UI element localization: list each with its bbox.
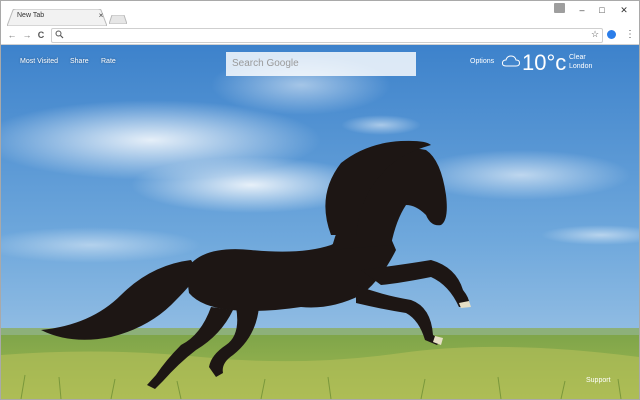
- cloud-icon: [502, 55, 520, 67]
- browser-window: New Tab × – □ ✕ ← → C ☆ ⋮ Most Visited S…: [0, 0, 640, 400]
- search-input[interactable]: [226, 52, 412, 74]
- most-visited-link[interactable]: Most Visited: [20, 58, 58, 65]
- minimize-button[interactable]: –: [573, 4, 591, 16]
- search-icon: [55, 30, 64, 39]
- support-link[interactable]: Support: [586, 377, 611, 384]
- weather-condition: Clear: [569, 54, 586, 61]
- temperature: 10°c: [522, 50, 567, 75]
- profile-icon[interactable]: [554, 3, 565, 13]
- title-bar: New Tab × – □ ✕: [1, 1, 639, 26]
- bookmark-star-icon[interactable]: ☆: [590, 28, 600, 40]
- options-link[interactable]: Options: [470, 58, 494, 65]
- menu-dots-icon[interactable]: ⋮: [625, 28, 635, 41]
- tab-new-tab[interactable]: New Tab ×: [7, 9, 107, 26]
- background-horse-image: [1, 45, 639, 399]
- weather-city: London: [569, 63, 593, 70]
- maximize-button[interactable]: □: [593, 4, 611, 16]
- address-bar[interactable]: [51, 28, 603, 43]
- new-tab-page: Most Visited Share Rate Options 10°c Cle…: [1, 45, 639, 399]
- tab-title: New Tab: [17, 12, 45, 19]
- new-tab-button[interactable]: [109, 15, 127, 24]
- extension-icon[interactable]: [607, 30, 616, 39]
- close-window-button[interactable]: ✕: [615, 4, 633, 16]
- back-arrow-icon[interactable]: ←: [7, 29, 17, 41]
- reload-icon[interactable]: C: [36, 29, 46, 41]
- google-search-box[interactable]: [226, 52, 416, 76]
- share-link[interactable]: Share: [70, 58, 89, 65]
- tab-close-icon[interactable]: ×: [97, 11, 105, 21]
- rate-link[interactable]: Rate: [101, 58, 116, 65]
- browser-toolbar: ← → C: [1, 26, 639, 45]
- forward-arrow-icon[interactable]: →: [22, 29, 32, 41]
